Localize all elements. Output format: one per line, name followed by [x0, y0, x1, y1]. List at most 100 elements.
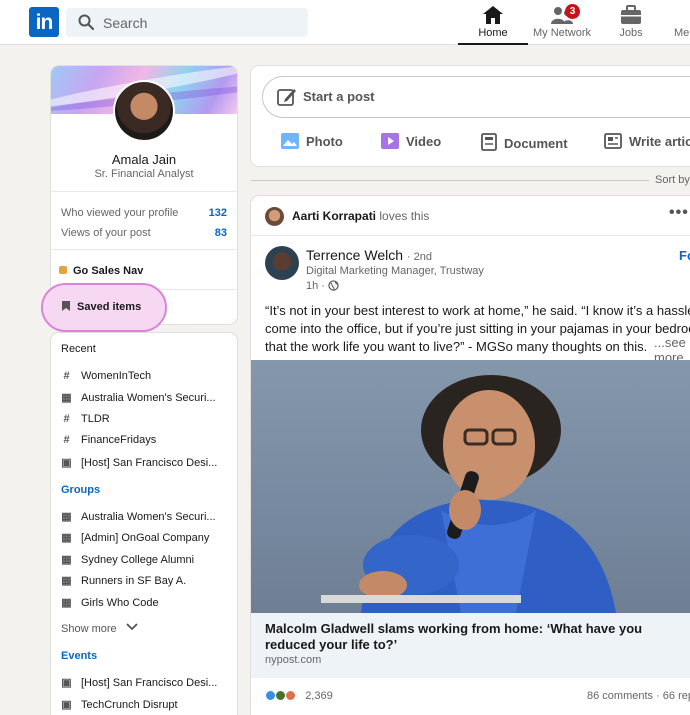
- post-composer: Start a post Photo Video Document Write …: [251, 66, 690, 166]
- divider: [51, 249, 237, 250]
- profile-name[interactable]: Amala Jain: [51, 152, 237, 167]
- top-navigation-bar: in Home My Network 3 Jobs Me: [0, 0, 690, 45]
- event-icon: ▣: [61, 677, 72, 689]
- event-item[interactable]: ▣ [Host] San Francisco Desi...: [61, 676, 233, 689]
- reaction-count: 2,369: [305, 690, 333, 702]
- group-item[interactable]: ▦ Sydney College Alumni: [61, 553, 233, 566]
- sales-nav-link[interactable]: Go Sales Nav: [59, 265, 143, 277]
- video-label: Video: [406, 134, 442, 149]
- saved-items-link[interactable]: Saved items: [62, 301, 141, 313]
- start-post-label: Start a post: [303, 89, 375, 104]
- stat-post-views[interactable]: Views of your post 83: [61, 227, 227, 239]
- linkedin-logo[interactable]: in: [29, 7, 59, 37]
- recent-item[interactable]: # WomenInTech: [61, 370, 233, 382]
- recent-item[interactable]: ▣ [Host] San Francisco Desi...: [61, 456, 233, 469]
- photo-icon: [281, 133, 299, 152]
- post-text: “It’s not in your best interest to work …: [265, 302, 690, 356]
- author-headline: Digital Marketing Manager, Trustway: [306, 265, 484, 277]
- sales-nav-label: Go Sales Nav: [73, 265, 144, 277]
- search-icon: [78, 14, 95, 35]
- post-text-line: that the work life you want to live?” - …: [265, 339, 648, 354]
- post-time-label: 1h ·: [306, 280, 325, 292]
- post-image[interactable]: [251, 360, 690, 613]
- photo-button[interactable]: Photo: [281, 133, 343, 152]
- video-button[interactable]: Video: [381, 133, 441, 152]
- article-icon: [604, 133, 622, 152]
- nav-me[interactable]: Me: [666, 0, 690, 45]
- nav-jobs[interactable]: Jobs: [606, 0, 656, 45]
- event-icon: ▣: [61, 699, 72, 711]
- group-item[interactable]: ▦ Girls Who Code: [61, 596, 233, 609]
- groups-heading[interactable]: Groups: [61, 484, 100, 496]
- author-name[interactable]: Terrence Welch: [306, 247, 403, 263]
- author-avatar[interactable]: [265, 246, 299, 280]
- divider: [251, 235, 690, 236]
- group-item[interactable]: ▦ Australia Women's Securi...: [61, 510, 233, 523]
- more-options-icon[interactable]: •••: [669, 204, 689, 222]
- post-text-line: “It’s not in your best interest to work …: [265, 303, 690, 318]
- document-icon: [481, 133, 497, 154]
- group-item-label: Girls Who Code: [81, 597, 159, 609]
- group-item[interactable]: ▦ [Admin] OnGoal Company: [61, 531, 233, 544]
- events-heading[interactable]: Events: [61, 650, 97, 662]
- nav-me-label: Me: [674, 27, 690, 39]
- sort-divider: [251, 180, 649, 181]
- search-box[interactable]: [66, 8, 308, 37]
- recent-item-label: WomenInTech: [81, 370, 152, 382]
- divider: [51, 191, 237, 192]
- globe-icon: [328, 280, 339, 292]
- nav-home[interactable]: Home: [458, 0, 528, 45]
- stat-value: 132: [208, 207, 227, 219]
- event-item-label: TechCrunch Disrupt: [81, 699, 178, 711]
- nav-jobs-label: Jobs: [619, 27, 643, 39]
- sort-by-dropdown[interactable]: Sort by: [655, 174, 690, 186]
- liker-name[interactable]: Aarti Korrapati: [292, 209, 376, 223]
- liker-action: loves this: [379, 209, 430, 223]
- briefcase-icon: [620, 5, 642, 28]
- stat-profile-views[interactable]: Who viewed your profile 132: [61, 207, 227, 219]
- video-icon: [381, 133, 399, 152]
- event-item-label: [Host] San Francisco Desi...: [81, 677, 218, 689]
- search-input[interactable]: [103, 8, 303, 37]
- liker-avatar[interactable]: [265, 207, 284, 226]
- group-item-label: Runners in SF Bay A.: [81, 575, 187, 587]
- bookmark-icon: [62, 301, 70, 311]
- recent-item[interactable]: # TLDR: [61, 413, 233, 425]
- nav-home-label: Home: [478, 27, 508, 39]
- recent-item[interactable]: # FinanceFridays: [61, 434, 233, 446]
- show-more-label: Show more: [61, 623, 117, 635]
- recent-item[interactable]: ▦ Australia Women's Securi...: [61, 391, 233, 404]
- group-icon: ▦: [61, 575, 72, 587]
- group-icon: ▦: [61, 597, 72, 609]
- chevron-down-icon: [120, 623, 138, 635]
- recent-item-label: Australia Women's Securi...: [81, 392, 216, 404]
- recent-heading: Recent: [61, 343, 96, 355]
- nav-my-network[interactable]: My Network: [528, 0, 596, 45]
- write-article-label: Write article: [629, 134, 690, 149]
- post-time: 1h ·: [306, 280, 339, 292]
- comments-count[interactable]: 86 comments · 66 reposts: [587, 690, 690, 702]
- group-icon: ▦: [61, 532, 72, 544]
- follow-button[interactable]: Follow: [679, 248, 690, 263]
- group-icon: ▦: [61, 554, 72, 566]
- saved-items-label: Saved items: [77, 301, 142, 313]
- document-button[interactable]: Document: [481, 133, 568, 154]
- event-icon: ▣: [61, 457, 72, 469]
- group-item-label: Sydney College Alumni: [81, 554, 195, 566]
- stat-value: 83: [214, 227, 227, 239]
- group-icon: ▦: [61, 511, 72, 523]
- start-post-button[interactable]: Start a post: [262, 76, 690, 118]
- link-preview[interactable]: Malcolm Gladwell slams working from home…: [251, 613, 690, 678]
- show-more-button[interactable]: Show more: [61, 623, 138, 635]
- hashtag-icon: #: [63, 370, 70, 382]
- hashtag-icon: #: [63, 413, 70, 425]
- home-icon: [482, 5, 504, 28]
- avatar[interactable]: [113, 80, 175, 142]
- reaction-summary[interactable]: 2,369: [265, 690, 333, 702]
- event-item[interactable]: ▣ TechCrunch Disrupt: [61, 698, 233, 711]
- recent-item-label: [Host] San Francisco Desi...: [81, 457, 218, 469]
- premium-icon: [59, 266, 67, 274]
- group-item[interactable]: ▦ Runners in SF Bay A.: [61, 574, 233, 587]
- write-article-button[interactable]: Write article: [604, 133, 690, 152]
- post-text-line: come into the office, but if you’re just…: [265, 321, 690, 336]
